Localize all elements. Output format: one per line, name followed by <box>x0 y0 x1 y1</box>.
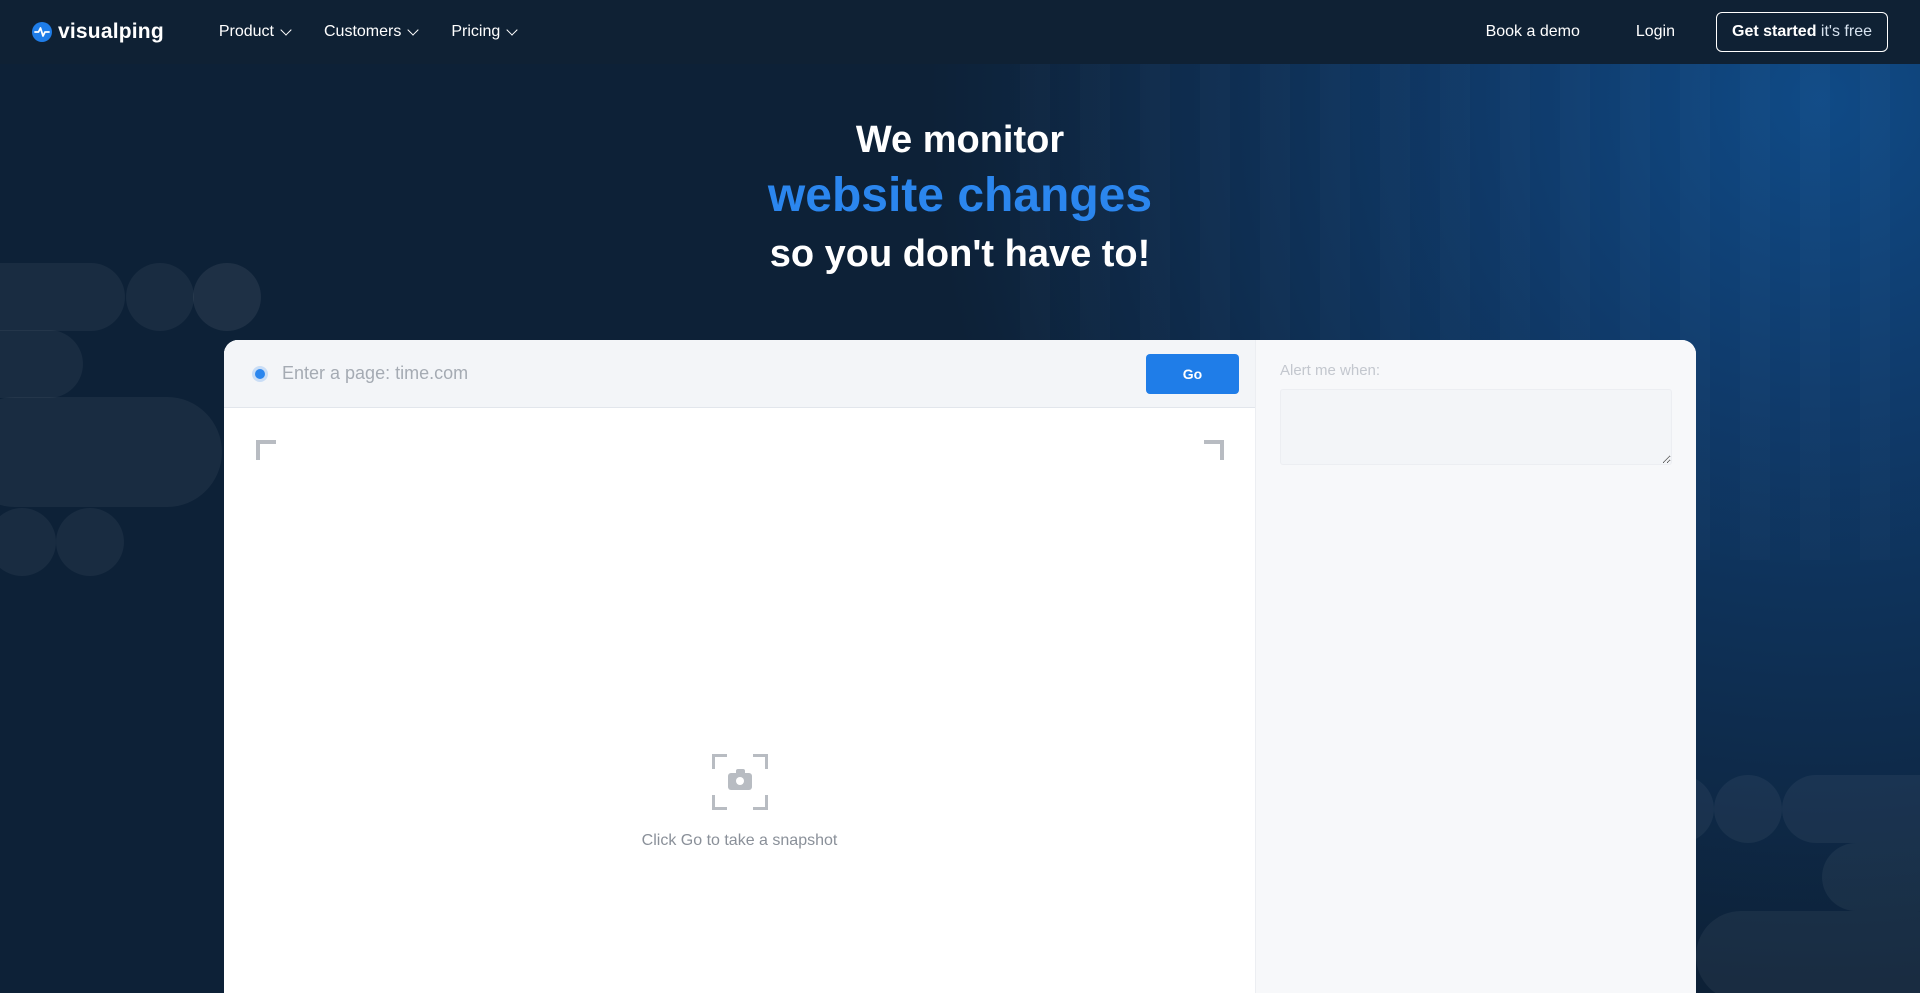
snapshot-placeholder: Click Go to take a snapshot <box>224 754 1255 850</box>
nav-item-customers[interactable]: Customers <box>324 23 420 41</box>
alert-textarea[interactable] <box>1280 389 1672 465</box>
crop-corner-top-right <box>1204 440 1224 460</box>
book-demo-link[interactable]: Book a demo <box>1486 23 1580 41</box>
decor-pill <box>0 330 83 398</box>
chevron-down-icon <box>407 24 420 36</box>
nav-item-product[interactable]: Product <box>218 23 292 41</box>
hero-heading: We monitor website changes so you don't … <box>0 112 1920 284</box>
go-button[interactable]: Go <box>1146 353 1239 394</box>
monitor-card: Go Click Go to take a snapshot Alert me … <box>224 340 1696 993</box>
nav-menu: Product Customers Pricing <box>218 23 518 41</box>
nav-item-pricing[interactable]: Pricing <box>451 23 518 41</box>
cta-light-label: it's free <box>1820 23 1872 40</box>
decor-pill <box>1782 775 1920 843</box>
crop-corner-top-left <box>256 440 276 460</box>
top-nav: visualping Product Customers Pricing Boo… <box>0 0 1920 64</box>
decor-pill <box>0 397 222 507</box>
pulse-logo-icon <box>32 22 52 42</box>
nav-actions: Book a demo Login Get started it's free <box>1486 12 1888 52</box>
decor-pill <box>1696 911 1920 993</box>
hero-line-2: website changes <box>767 169 1153 222</box>
snapshot-hint: Click Go to take a snapshot <box>641 832 838 849</box>
cta-bold-label: Get started <box>1732 23 1817 40</box>
decor-circle <box>1714 775 1782 843</box>
decor-circle <box>0 508 56 576</box>
preview-pane: Go Click Go to take a snapshot <box>224 340 1255 993</box>
nav-item-label: Product <box>218 23 274 40</box>
brand-name: visualping <box>58 20 164 43</box>
brand-logo[interactable]: visualping <box>32 20 164 44</box>
status-dot-icon <box>255 368 265 379</box>
nav-item-label: Customers <box>324 23 402 40</box>
decor-circle <box>56 508 124 576</box>
decor-pill <box>1822 843 1920 911</box>
url-bar: Go <box>224 340 1255 408</box>
hero-line-1: We monitor <box>855 119 1065 161</box>
alert-label: Alert me when: <box>1280 362 1381 379</box>
login-link[interactable]: Login <box>1636 23 1675 41</box>
url-input[interactable] <box>280 362 1146 385</box>
camera-icon <box>711 754 768 810</box>
get-started-button[interactable]: Get started it's free <box>1716 12 1888 52</box>
nav-item-label: Pricing <box>451 23 501 40</box>
alert-pane: Alert me when: <box>1255 340 1696 993</box>
hero-line-3: so you don't have to! <box>769 233 1151 275</box>
chevron-down-icon <box>280 24 292 36</box>
chevron-down-icon <box>506 24 518 36</box>
